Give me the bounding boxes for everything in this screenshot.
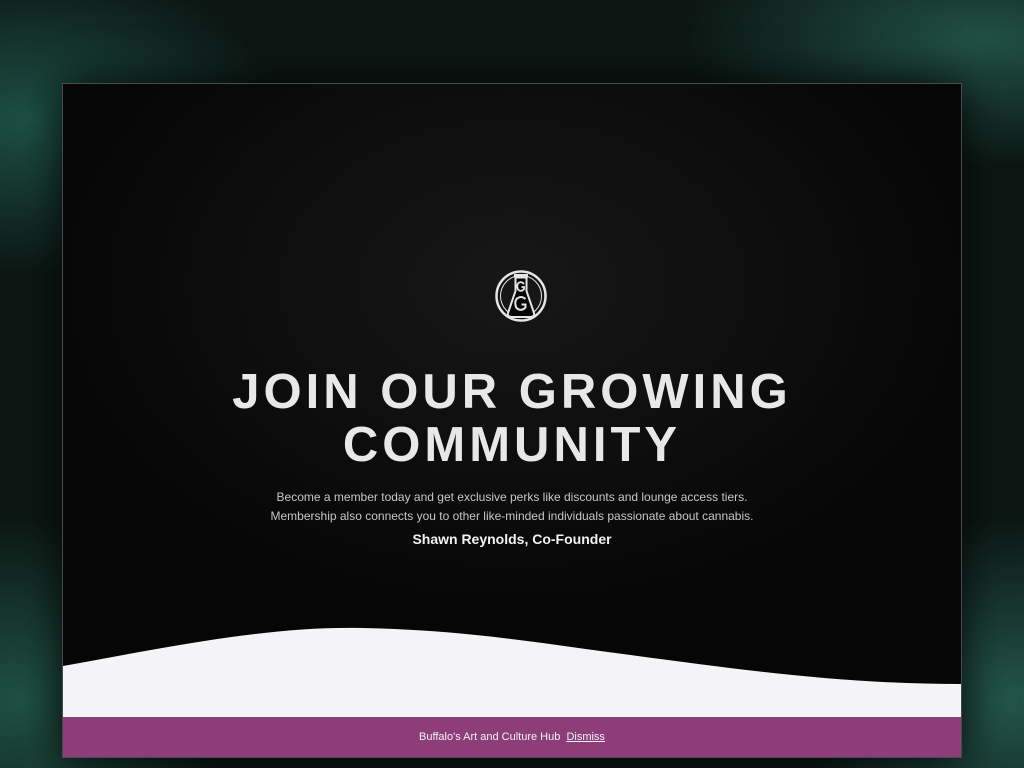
headline-line-2: COMMUNITY bbox=[342, 418, 682, 472]
hero-section: JOIN OUR GROWING COMMUNITY Become a memb… bbox=[63, 84, 961, 757]
description-line-1: Become a member today and get exclusive … bbox=[276, 490, 748, 504]
website-preview-window: JOIN OUR GROWING COMMUNITY Become a memb… bbox=[62, 83, 962, 758]
description-line-2: Membership also connects you to other li… bbox=[270, 509, 754, 523]
banner-text: Buffalo's Art and Culture Hub bbox=[419, 731, 561, 743]
founder-signature: Shawn Reynolds, Co-Founder bbox=[412, 531, 612, 547]
page-headline: JOIN OUR GROWING COMMUNITY bbox=[63, 366, 961, 472]
dismiss-link[interactable]: Dismiss bbox=[566, 731, 605, 743]
wave-divider bbox=[63, 627, 961, 718]
announcement-banner: Buffalo's Art and Culture Hub Dismiss bbox=[63, 717, 961, 757]
membership-description: Become a member today and get exclusive … bbox=[63, 488, 961, 526]
headline-line-1: JOIN OUR GROWING bbox=[232, 365, 792, 419]
flask-monogram-logo-icon bbox=[495, 270, 547, 322]
